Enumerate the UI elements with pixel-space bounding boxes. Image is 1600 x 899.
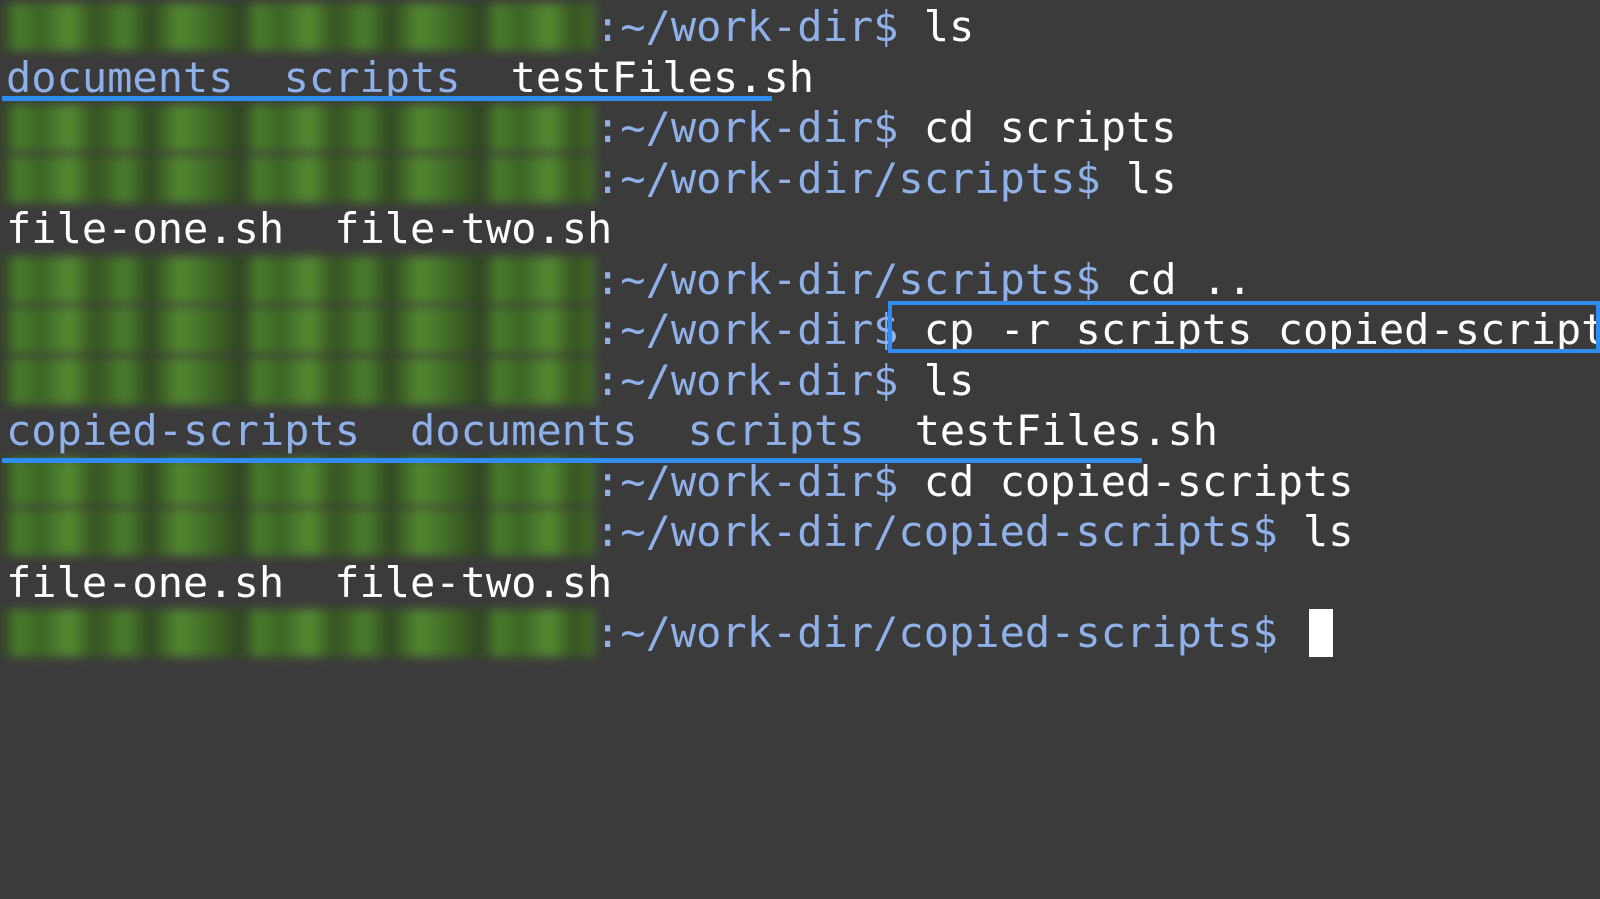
file-entry: file-two.sh (334, 204, 613, 253)
prompt-path: :~/work-dir/copied-scripts$ (595, 507, 1278, 556)
highlight-underline-first-ls (2, 96, 772, 101)
directory-entry: documents (410, 406, 638, 455)
terminal-window[interactable]: :~/work-dir$ ls documents scripts testFiles… (0, 0, 1600, 899)
command-text: cd scripts (898, 103, 1177, 152)
prompt-line: :~/work-dir/copied-scripts$ ls (0, 507, 1600, 558)
command-text: cd copied-scripts (898, 456, 1354, 506)
command-text: ls (898, 355, 975, 405)
highlight-box-cp-command (888, 301, 1600, 353)
ls-output-line: file-one.sh file-two.sh (0, 558, 1600, 609)
prompt-path: :~/work-dir/copied-scripts$ (595, 608, 1278, 657)
redacted-username-host (0, 154, 595, 203)
file-entry: file-one.sh (6, 557, 285, 607)
prompt-line: :~/work-dir$ cd scripts (0, 103, 1600, 154)
file-entry: testFiles.sh (914, 406, 1219, 455)
redacted-username-host (0, 508, 595, 557)
prompt-line: :~/work-dir$ cd copied-scripts (0, 457, 1600, 508)
prompt-path: :~/work-dir$ (595, 2, 899, 51)
prompt-line: :~/work-dir$ ls (0, 2, 1600, 53)
redacted-username-host (0, 255, 595, 304)
prompt-line: :~/work-dir/scripts$ cd .. (0, 255, 1600, 306)
prompt-path: :~/work-dir/scripts$ (595, 254, 1101, 304)
prompt-path: :~/work-dir$ (595, 305, 899, 354)
highlight-underline-second-ls (2, 458, 1142, 463)
command-text: cd .. (1100, 254, 1253, 304)
prompt-line: :~/work-dir/scripts$ ls (0, 154, 1600, 205)
redacted-username-host (0, 306, 595, 355)
command-text (1278, 608, 1303, 659)
redacted-username-host (0, 3, 595, 52)
redacted-username-host (0, 609, 595, 658)
prompt-path: :~/work-dir$ (595, 456, 899, 506)
redacted-username-host (0, 457, 595, 506)
ls-output-line: file-one.sh file-two.sh (0, 204, 1600, 255)
ls-output-line: copied-scripts documents scripts testFiles.… (0, 406, 1600, 457)
prompt-path: :~/work-dir$ (595, 355, 899, 405)
prompt-path: :~/work-dir$ (595, 103, 899, 152)
redacted-username-host (0, 104, 595, 153)
command-text: ls (1277, 507, 1354, 556)
directory-entry: copied-scripts (6, 406, 361, 455)
directory-entry: scripts (687, 406, 865, 455)
cursor-block[interactable] (1309, 609, 1334, 658)
file-entry: file-two.sh (334, 557, 613, 607)
file-entry: file-one.sh (6, 204, 285, 253)
prompt-path: :~/work-dir/scripts$ (595, 153, 1101, 203)
redacted-username-host (0, 356, 595, 405)
prompt-line: :~/work-dir/copied-scripts$ (0, 608, 1600, 659)
command-text: ls (898, 2, 975, 51)
prompt-line: :~/work-dir$ ls (0, 356, 1600, 407)
command-text: ls (1100, 153, 1177, 203)
